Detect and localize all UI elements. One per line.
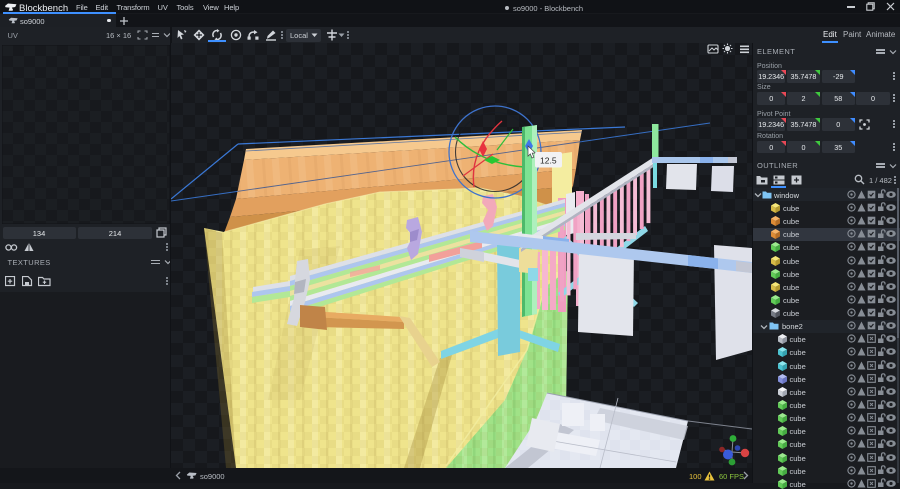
svg-text:12.5: 12.5 [540, 156, 557, 166]
